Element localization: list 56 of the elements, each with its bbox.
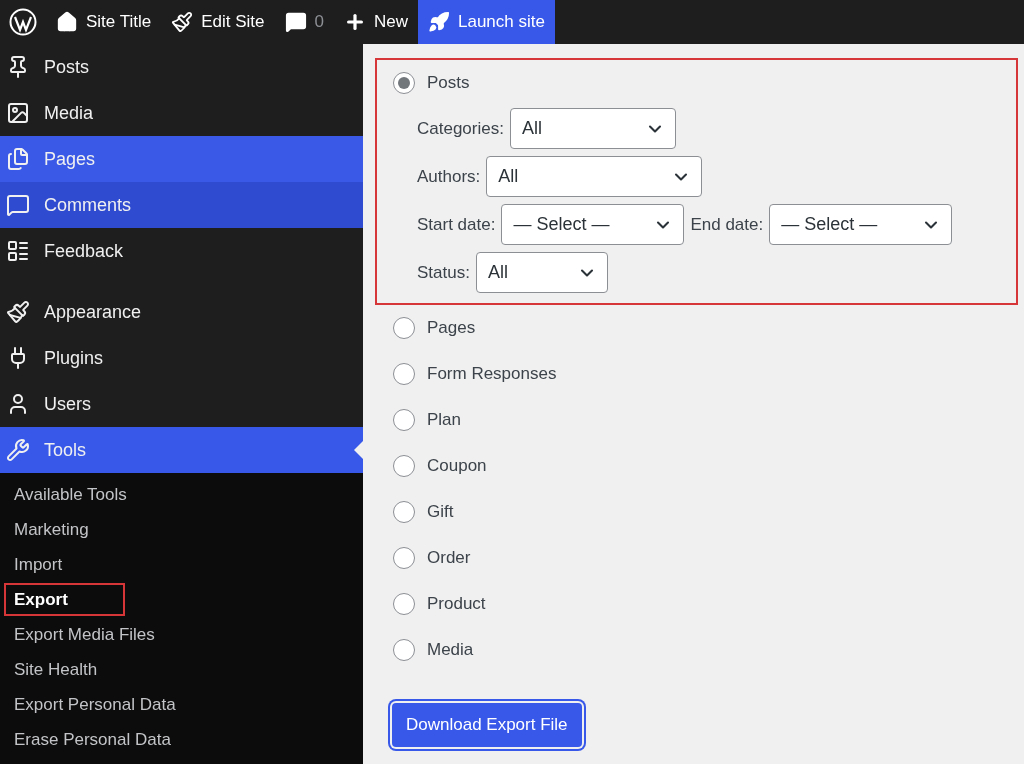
pages-icon <box>6 147 30 171</box>
radio-label: Product <box>427 593 486 616</box>
dropdown[interactable]: — Select — <box>501 204 685 245</box>
submenu-item[interactable]: Export Personal Data <box>4 687 186 722</box>
submenu-item[interactable]: Export <box>4 582 125 617</box>
field-label: Status: <box>417 261 470 284</box>
field-label: Start date: <box>417 213 496 236</box>
radio-button[interactable] <box>393 455 415 477</box>
radio-label: Pages <box>427 317 476 340</box>
admin-bar-button[interactable]: Site Title <box>46 0 162 44</box>
radio-button[interactable] <box>393 72 415 94</box>
home-icon <box>56 11 78 33</box>
radio-button[interactable] <box>393 409 415 431</box>
radio-label: Form Responses <box>427 363 557 386</box>
menu-item[interactable]: Tools <box>0 427 363 473</box>
menu-item[interactable]: Pages <box>0 136 363 182</box>
wrench-icon <box>6 438 30 462</box>
image-icon <box>6 101 30 125</box>
radio-button[interactable] <box>393 501 415 523</box>
submenu-item[interactable]: Import <box>4 547 73 582</box>
dropdown[interactable]: All <box>486 156 703 197</box>
submenu-item[interactable]: Site Health <box>4 652 108 687</box>
speech-bubble-icon <box>284 11 307 33</box>
admin-bar-button[interactable]: Edit Site <box>161 0 275 44</box>
radio-button[interactable] <box>393 593 415 615</box>
submenu-item[interactable]: Available Tools <box>4 477 137 512</box>
dropdown[interactable]: All <box>475 252 608 293</box>
comments-button[interactable]: 0 <box>274 0 334 44</box>
speech-bubble-icon <box>6 193 30 217</box>
menu-item[interactable]: Comments <box>0 182 363 228</box>
submenu-item[interactable]: Export Media Files <box>4 617 165 652</box>
field-label: End date: <box>690 213 764 236</box>
submenu-item[interactable]: Marketing <box>4 512 99 547</box>
list-icon <box>6 239 30 263</box>
paintbrush-icon <box>6 300 30 324</box>
dropdown[interactable]: — Select — <box>769 204 953 245</box>
plus-icon <box>344 11 366 33</box>
rocket-icon <box>428 11 450 33</box>
radio-label: Gift <box>427 501 454 524</box>
field-label: Categories: <box>417 117 504 140</box>
radio-label: Plan <box>427 409 462 432</box>
paintbrush-icon <box>171 11 194 33</box>
radio-label: Media <box>427 639 474 662</box>
radio-button[interactable] <box>393 639 415 661</box>
radio-label: Posts <box>427 72 470 95</box>
admin-bar-button[interactable]: Launch site <box>418 0 555 44</box>
dropdown[interactable]: All <box>509 108 676 149</box>
radio-label: Order <box>427 547 471 570</box>
admin-bar-button[interactable]: New <box>334 0 418 44</box>
radio-button[interactable] <box>393 363 415 385</box>
radio-button[interactable] <box>393 317 415 339</box>
radio-button[interactable] <box>393 547 415 569</box>
submenu-item[interactable]: Erase Personal Data <box>4 722 181 757</box>
wordpress-logo-icon[interactable] <box>9 8 37 36</box>
field-label: Authors: <box>417 165 481 188</box>
radio-label: Coupon <box>427 455 487 478</box>
